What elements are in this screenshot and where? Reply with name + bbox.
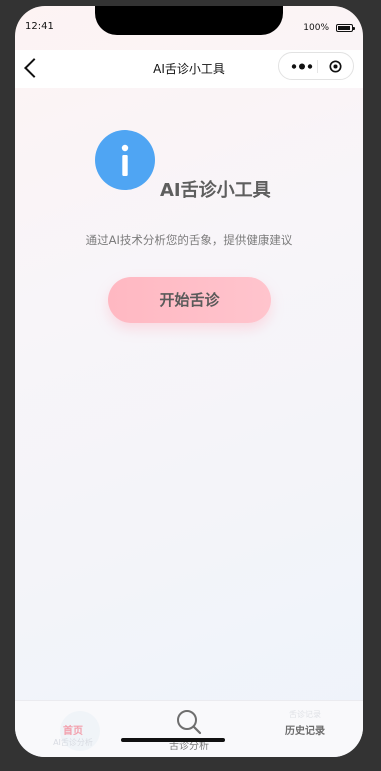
navigation-bar: AI舌诊小工具 (15, 50, 363, 88)
tab-home-label: 首页 (63, 726, 83, 737)
page-title: AI舌诊小工具 (160, 180, 271, 201)
page-subtitle: 通过AI技术分析您的舌象，提供健康建议 (85, 233, 293, 247)
status-time: 12:41 (25, 21, 54, 32)
battery-percentage: 100% (303, 23, 329, 33)
tab-diagnose[interactable]: 舌诊分析 (131, 701, 247, 757)
search-icon (177, 710, 202, 735)
tab-history-secondary-label: 舌诊记录 (289, 710, 321, 719)
phone-frame: 12:41 100% AI舌诊小工具 AI舌诊小工具 通过AI技术分析您的舌象，… (15, 6, 363, 757)
tab-home-secondary-label: AI舌诊分析 (53, 738, 93, 747)
close-miniprogram-icon[interactable] (329, 60, 342, 73)
tab-bar: 首页 AI舌诊分析 舌诊分析 舌诊记录 历史记录 (15, 700, 363, 757)
battery-icon (336, 24, 355, 32)
info-glyph-icon (121, 144, 129, 176)
tab-home[interactable]: 首页 AI舌诊分析 (15, 701, 131, 757)
more-icon[interactable] (289, 59, 317, 74)
notch (95, 6, 283, 35)
capsule-divider (317, 60, 318, 73)
miniprogram-capsule (278, 52, 354, 80)
tab-history[interactable]: 舌诊记录 历史记录 (247, 701, 363, 757)
tab-history-label: 历史记录 (285, 726, 325, 737)
home-indicator (121, 738, 225, 742)
info-icon (95, 130, 155, 190)
start-diagnosis-button[interactable]: 开始舌诊 (108, 277, 271, 323)
